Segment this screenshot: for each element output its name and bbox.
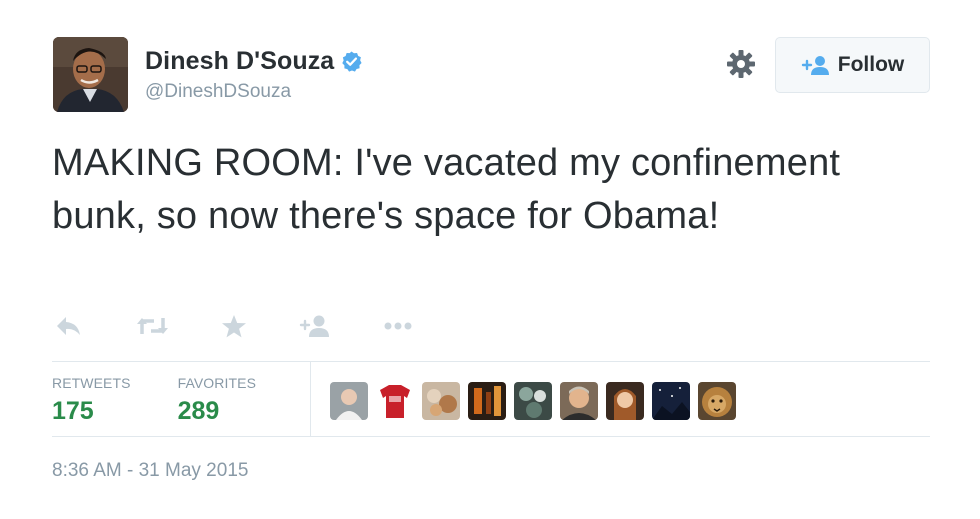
retweets-stat[interactable]: RETWEETS 175	[52, 375, 131, 426]
retweet-icon[interactable]	[136, 313, 169, 339]
divider-top	[52, 361, 930, 362]
author-info: Dinesh D'Souza @DineshDSouza	[145, 47, 363, 103]
stats-divider	[310, 362, 311, 436]
divider-bottom	[52, 436, 930, 437]
author-avatar[interactable]	[53, 37, 128, 112]
follow-label: Follow	[837, 53, 905, 76]
author-name[interactable]: Dinesh D'Souza	[145, 47, 334, 76]
favoriter-avatar[interactable]	[698, 382, 736, 420]
verified-badge-icon	[340, 50, 363, 73]
more-icon[interactable]	[383, 313, 413, 339]
tweet-timestamp[interactable]: 8:36 AM - 31 May 2015	[52, 460, 248, 482]
favoriter-avatars	[330, 382, 744, 420]
author-name-row: Dinesh D'Souza	[145, 47, 363, 76]
reply-icon[interactable]	[55, 313, 82, 339]
favoriter-avatar[interactable]	[376, 382, 414, 420]
add-user-icon	[801, 55, 831, 75]
favorites-label: FAVORITES	[177, 375, 257, 391]
favoriter-avatar[interactable]	[652, 382, 690, 420]
favorites-stat[interactable]: FAVORITES 289	[178, 375, 256, 426]
tweet-header: Dinesh D'Souza @DineshDSouza Follow	[53, 37, 930, 113]
favoriter-avatar[interactable]	[606, 382, 644, 420]
favoriter-avatar[interactable]	[330, 382, 368, 420]
tweet-text: MAKING ROOM: I've vacated my confinement…	[52, 142, 841, 237]
favoriter-avatar[interactable]	[422, 382, 460, 420]
author-handle[interactable]: @DineshDSouza	[145, 81, 363, 103]
favoriter-avatar[interactable]	[560, 382, 598, 420]
retweets-count: 175	[52, 397, 94, 425]
gear-icon[interactable]	[726, 49, 756, 79]
add-user-icon[interactable]	[299, 313, 330, 339]
tweet-actions	[53, 311, 413, 341]
follow-button[interactable]: Follow	[775, 37, 930, 93]
tweet-stats: RETWEETS 175 FAVORITES 289	[52, 375, 303, 426]
star-icon[interactable]	[221, 313, 247, 339]
favoriter-avatar[interactable]	[468, 382, 506, 420]
favoriter-avatar[interactable]	[514, 382, 552, 420]
favorites-count: 289	[177, 397, 220, 425]
retweets-label: RETWEETS	[52, 375, 131, 391]
